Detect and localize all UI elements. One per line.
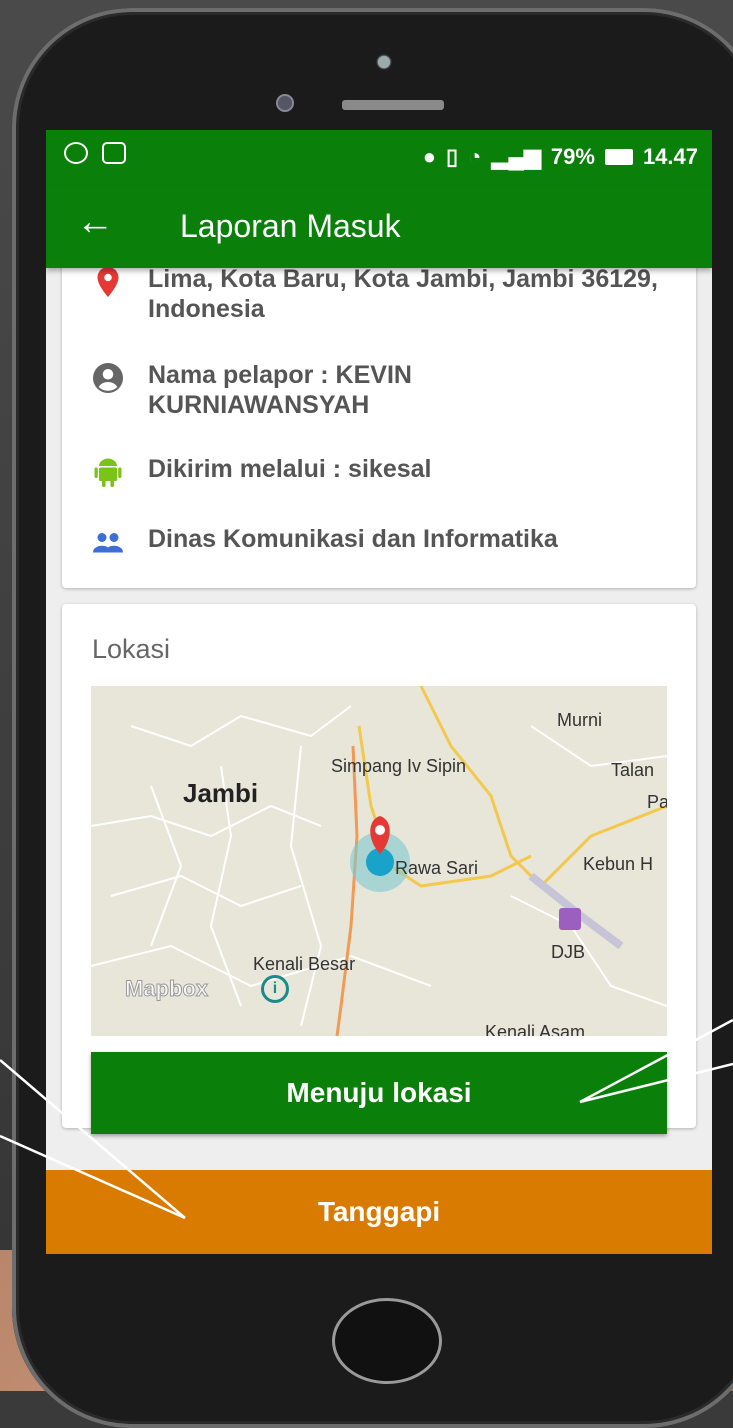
back-arrow-icon[interactable]: ← <box>76 202 114 242</box>
front-camera <box>276 94 294 112</box>
location-card: Lokasi Murni Simpang Iv Sipin Talan Pa J… <box>62 604 696 1134</box>
map-label: Talan <box>611 760 655 780</box>
report-details-card: Lima, Kota Baru, Kota Jambi, Jambi 36129… <box>62 250 696 588</box>
address-text: Lima, Kota Baru, Kota Jambi, Jambi 36129… <box>148 265 658 323</box>
app-bar: ← Laporan Masuk <box>46 186 712 268</box>
battery-percent: 79% <box>550 144 595 169</box>
map-label: Kebun H <box>583 854 654 874</box>
location-status-icon: ● <box>422 144 437 169</box>
clock: 14.47 <box>642 144 698 169</box>
page-title: Laporan Masuk <box>180 208 401 244</box>
proximity-sensor <box>378 56 390 68</box>
map-label-city: Jambi <box>183 778 259 808</box>
reporter-row: Nama pelapor : KEVIN KURNIAWANSYAH <box>90 360 508 420</box>
people-icon <box>93 533 123 553</box>
whatsapp-icon <box>64 142 88 164</box>
map-label: Kenali Besar <box>253 954 356 974</box>
map-label: Murni <box>557 710 603 730</box>
map-view[interactable]: Murni Simpang Iv Sipin Talan Pa Jambi Ra… <box>91 686 667 1036</box>
map-label: Rawa Sari <box>395 858 479 878</box>
location-heading: Lokasi <box>92 634 171 664</box>
earpiece-speaker <box>342 100 444 110</box>
alarm-icon: ◔ <box>468 144 482 169</box>
image-notification-icon <box>102 142 126 164</box>
signal-icon: ▂▄▆ <box>491 144 541 169</box>
go-to-location-button[interactable]: Menuju lokasi <box>91 1052 667 1134</box>
mapbox-logo: Mapbox <box>124 976 209 1002</box>
sent-via-text: Dikirim melalui : sikesal <box>148 455 432 483</box>
account-circle-icon <box>93 363 123 393</box>
sent-via-row: Dikirim melalui : sikesal <box>90 454 668 490</box>
respond-button[interactable]: Tanggapi <box>46 1170 712 1254</box>
location-pin-icon <box>97 267 119 297</box>
map-label: Pa <box>647 792 667 812</box>
map-label: Kenali Asam <box>485 1022 586 1036</box>
map-label: DJB <box>551 942 586 962</box>
screen: ● ▯ ◔ ▂▄▆ 79% 14.47 ← Laporan Masuk Lima… <box>46 130 712 1254</box>
status-bar: ● ▯ ◔ ▂▄▆ 79% 14.47 <box>46 130 712 186</box>
address-row: Lima, Kota Baru, Kota Jambi, Jambi 36129… <box>90 264 668 324</box>
reporter-text: Nama pelapor : KEVIN KURNIAWANSYAH <box>148 361 412 419</box>
agency-row: Dinas Komunikasi dan Informatika <box>90 524 668 560</box>
android-icon <box>94 458 122 487</box>
agency-text: Dinas Komunikasi dan Informatika <box>148 525 558 553</box>
battery-icon <box>604 149 633 165</box>
vibrate-icon: ▯ <box>446 144 459 169</box>
map-info-icon[interactable]: i <box>261 975 289 1003</box>
home-button[interactable] <box>332 1298 442 1384</box>
map-label: Simpang Iv Sipin <box>331 756 467 776</box>
